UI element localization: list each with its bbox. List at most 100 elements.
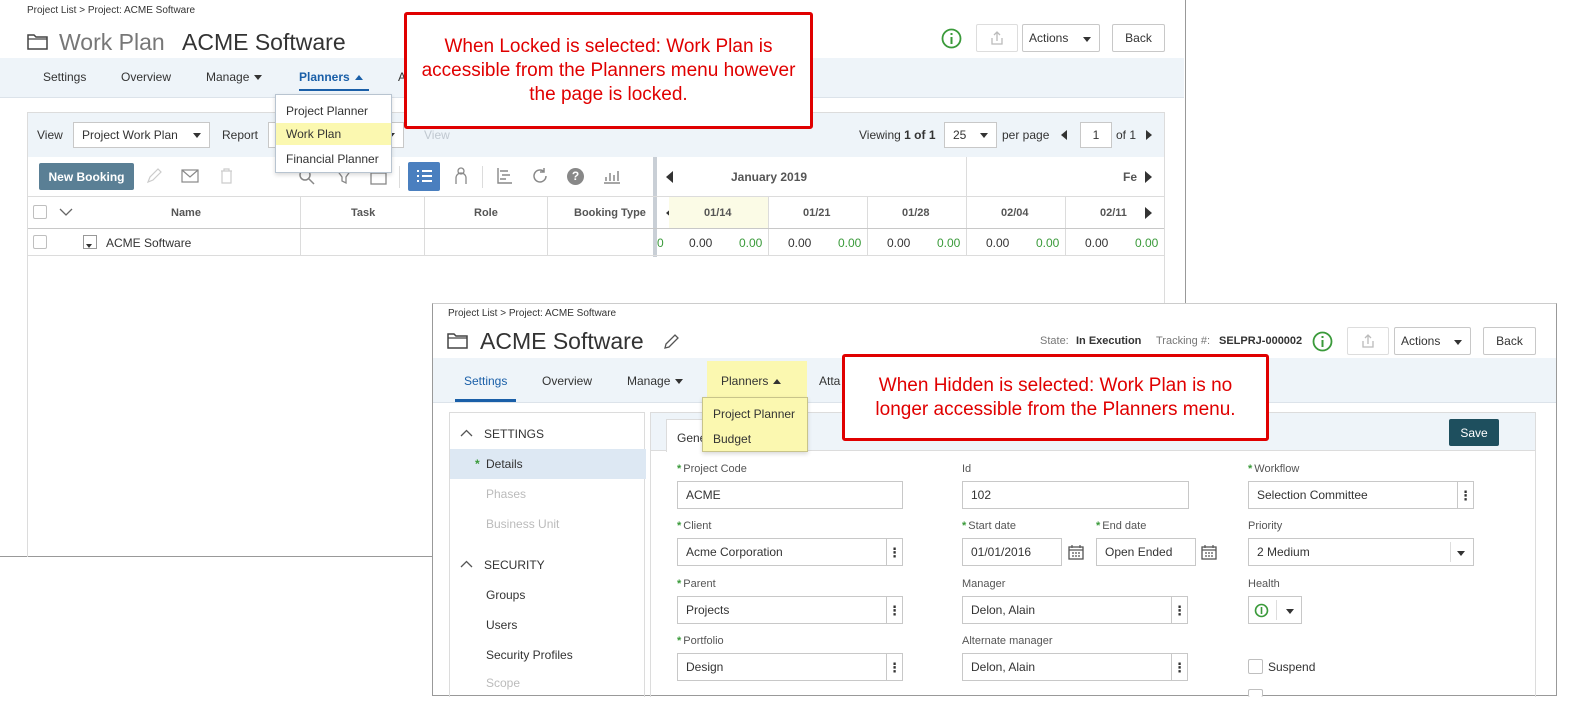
row-checkbox[interactable] (33, 235, 47, 249)
more-icon[interactable]: ⋮ (1457, 482, 1473, 508)
cell-value: 0.00 (1135, 236, 1159, 250)
tab-partial[interactable]: Atta (819, 374, 840, 388)
info-icon[interactable] (1312, 331, 1333, 352)
chevron-up-icon[interactable] (460, 429, 473, 437)
suspend-checkbox[interactable] (1248, 659, 1263, 674)
view-report-button[interactable]: View (424, 128, 450, 142)
parent-value: Projects (686, 603, 730, 617)
cell-value: 0.00 (937, 236, 961, 250)
actions-dropdown[interactable]: Actions (1022, 24, 1100, 52)
more-icon[interactable]: ⋮ (886, 539, 902, 565)
workflow-label: * Workflow (1248, 463, 1299, 475)
chart-icon[interactable] (603, 168, 621, 184)
cell-value: 0.00 (887, 236, 911, 250)
workflow-input[interactable]: Selection Committee ⋮ (1248, 481, 1474, 509)
back-button[interactable]: Back (1483, 327, 1536, 355)
chevron-down-icon (1457, 551, 1465, 556)
menu-item-financial-planner[interactable]: Financial Planner (276, 149, 391, 169)
new-booking-button[interactable]: New Booking (39, 163, 134, 190)
select-all-checkbox[interactable] (33, 205, 47, 219)
health-select[interactable] (1248, 596, 1302, 624)
sidebar-item-security-profiles[interactable]: Security Profiles (450, 640, 646, 670)
client-input[interactable]: Acme Corporation ⋮ (677, 538, 903, 566)
sidebar-item-groups[interactable]: Groups (450, 580, 646, 610)
chevron-down-icon[interactable] (59, 208, 73, 217)
row-name[interactable]: ACME Software (106, 236, 191, 250)
share-button[interactable] (976, 24, 1018, 52)
partial-checkbox[interactable] (1248, 689, 1263, 697)
id-input[interactable]: 102 (962, 481, 1189, 509)
project-code-input[interactable]: ACME (677, 481, 903, 509)
tab-manage-label: Manage (627, 374, 671, 388)
start-date-input[interactable]: 01/01/2016 (962, 538, 1062, 566)
breadcrumb[interactable]: Project List > Project: ACME Software (448, 308, 616, 319)
next-month-icon[interactable] (1145, 171, 1152, 183)
chevron-down-icon (193, 133, 201, 138)
delete-icon[interactable] (219, 167, 234, 184)
column-header-name[interactable]: Name (171, 207, 201, 219)
gantt-icon[interactable] (496, 167, 513, 184)
list-view-button[interactable] (408, 162, 440, 191)
per-page-select[interactable]: 25 (944, 122, 997, 148)
page-input[interactable]: 1 (1080, 122, 1112, 148)
chevron-down-icon (1454, 340, 1462, 345)
chevron-up-icon[interactable] (460, 560, 473, 568)
tab-settings[interactable]: Settings (464, 374, 507, 388)
next-page-icon[interactable] (1146, 130, 1152, 140)
priority-select[interactable]: 2 Medium (1248, 538, 1474, 566)
tab-overview[interactable]: Overview (542, 374, 592, 388)
share-button[interactable] (1347, 327, 1389, 355)
tab-overview[interactable]: Overview (121, 70, 171, 84)
tab-manage[interactable]: Manage (627, 374, 684, 388)
state-label: State: (1040, 335, 1069, 347)
end-date-input[interactable]: Open Ended (1096, 538, 1196, 566)
view-select[interactable]: Project Work Plan (73, 122, 210, 148)
parent-label: * Parent (677, 578, 716, 590)
column-header-role[interactable]: Role (474, 207, 498, 219)
more-icon[interactable]: ⋮ (886, 654, 902, 680)
manager-input[interactable]: Delon, Alain ⋮ (962, 596, 1188, 624)
prev-month-icon[interactable] (666, 171, 673, 183)
menu-item-work-plan[interactable]: Work Plan (276, 123, 391, 145)
refresh-icon[interactable] (531, 167, 549, 185)
calendar-icon[interactable] (1201, 544, 1217, 560)
expand-row-button[interactable] (83, 235, 97, 249)
tab-manage[interactable]: Manage (206, 70, 263, 84)
alternate-manager-input[interactable]: Delon, Alain ⋮ (962, 653, 1188, 681)
sidebar-item-details[interactable]: * Details (450, 449, 646, 479)
menu-item-project-planner[interactable]: Project Planner (276, 101, 391, 121)
edit-icon[interactable] (146, 168, 162, 184)
calendar-icon[interactable] (1068, 544, 1084, 560)
breadcrumb[interactable]: Project List > Project: ACME Software (27, 5, 195, 16)
sidebar-header-security[interactable]: SECURITY (484, 558, 545, 572)
prev-page-icon[interactable] (1061, 130, 1067, 140)
parent-input[interactable]: Projects ⋮ (677, 596, 903, 624)
planners-menu: Project Planner Budget (702, 397, 808, 452)
menu-item-project-planner[interactable]: Project Planner (703, 404, 807, 424)
column-header-booking-type[interactable]: Booking Type (574, 207, 646, 219)
resources-icon[interactable] (451, 167, 471, 185)
sidebar-header-settings[interactable]: SETTINGS (484, 427, 544, 441)
sidebar-item-users[interactable]: Users (450, 610, 646, 640)
next-week-icon[interactable] (1145, 207, 1152, 219)
more-icon[interactable]: ⋮ (886, 597, 902, 623)
tab-settings[interactable]: Settings (43, 70, 86, 84)
column-header-task[interactable]: Task (351, 207, 375, 219)
divider (28, 196, 1164, 197)
pencil-icon[interactable] (663, 334, 679, 350)
divider (966, 197, 967, 255)
required-marker: * (1248, 463, 1253, 475)
email-icon[interactable] (181, 169, 199, 183)
info-icon[interactable] (941, 28, 962, 49)
tab-planners[interactable]: Planners (721, 374, 782, 388)
save-button[interactable]: Save (1449, 419, 1499, 446)
help-icon[interactable]: ? (567, 168, 584, 185)
actions-dropdown[interactable]: Actions (1394, 327, 1471, 355)
more-icon[interactable]: ⋮ (1171, 597, 1187, 623)
back-button[interactable]: Back (1112, 24, 1165, 52)
more-icon[interactable]: ⋮ (1171, 654, 1187, 680)
tab-planners[interactable]: Planners (299, 70, 363, 84)
portfolio-input[interactable]: Design ⋮ (677, 653, 903, 681)
menu-item-budget[interactable]: Budget (703, 429, 807, 449)
sidebar-item-scope: Scope (486, 676, 521, 690)
